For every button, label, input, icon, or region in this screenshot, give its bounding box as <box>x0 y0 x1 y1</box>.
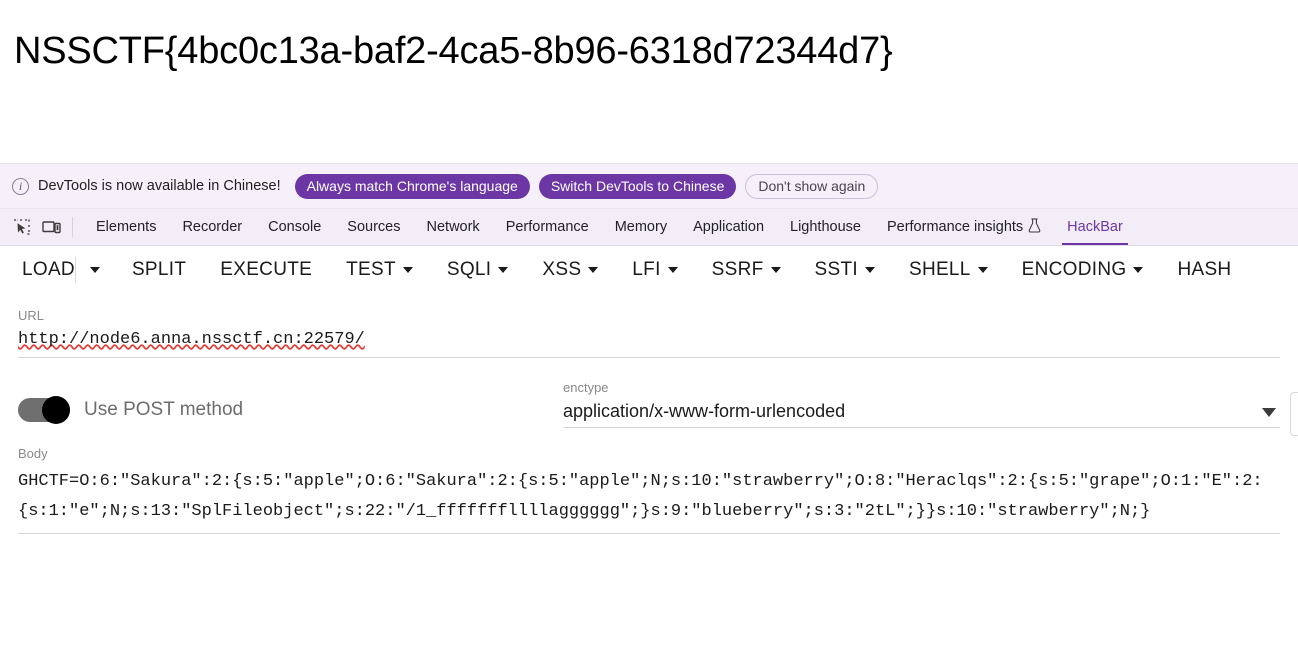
hackbar-item-label: HASH <box>1177 259 1232 280</box>
hackbar-toolbar: LOAD SPLIT EXECUTE TEST SQLI XSS LFI SSR… <box>0 246 1298 294</box>
enctype-select[interactable]: application/x-www-form-urlencoded <box>563 401 1280 429</box>
info-icon: i <box>12 177 29 195</box>
enctype-group: enctype application/x-www-form-urlencode… <box>563 380 1298 437</box>
chevron-down-icon <box>402 267 413 273</box>
hackbar-item-label: LOAD <box>22 259 75 280</box>
chevron-down-icon <box>1262 408 1276 418</box>
tab-elements[interactable]: Elements <box>83 209 169 245</box>
post-and-enctype-row: Use POST method enctype application/x-ww… <box>18 380 1298 437</box>
tab-performance[interactable]: Performance <box>493 209 602 245</box>
flask-glyph <box>1028 217 1041 233</box>
hackbar-item-label: SSTI <box>814 259 858 280</box>
hackbar-hash-menu[interactable]: HASH <box>1177 259 1231 281</box>
post-method-group: Use POST method <box>18 380 563 425</box>
chevron-down-icon <box>498 267 509 273</box>
enctype-value: application/x-www-form-urlencoded <box>563 401 846 422</box>
hackbar-item-label: XSS <box>542 259 582 280</box>
tab-recorder[interactable]: Recorder <box>169 209 255 245</box>
hackbar-form: URL http://node6.anna.nssctf.cn:22579/ U… <box>0 294 1298 535</box>
hackbar-xss-menu[interactable]: XSS <box>542 259 599 281</box>
hackbar-lfi-menu[interactable]: LFI <box>632 259 678 281</box>
tab-sources[interactable]: Sources <box>334 209 413 245</box>
tab-label: Application <box>693 219 765 235</box>
enctype-label: enctype <box>563 380 609 396</box>
url-input[interactable]: http://node6.anna.nssctf.cn:22579/ <box>18 329 1280 359</box>
flask-icon <box>1028 217 1041 237</box>
tab-hackbar[interactable]: HackBar <box>1054 209 1136 245</box>
body-input[interactable]: GHCTF=O:6:"Sakura":2:{s:5:"apple";O:6:"S… <box>18 467 1280 535</box>
hackbar-item-label: ENCODING <box>1021 259 1127 280</box>
hackbar-item-label: SQLI <box>446 259 492 280</box>
flag-text: NSSCTF{4bc0c13a-baf2-4ca5-8b96-6318d7234… <box>14 30 893 72</box>
hackbar-item-label: TEST <box>346 259 396 280</box>
tab-label: Network <box>426 219 480 235</box>
tab-label: Sources <box>347 219 401 235</box>
hackbar-execute-button[interactable]: EXECUTE <box>220 259 312 281</box>
tab-label: Elements <box>96 219 157 235</box>
chevron-down-icon <box>1133 267 1144 273</box>
language-notice-bar: i DevTools is now available in Chinese! … <box>0 164 1298 209</box>
panel-edge-handle[interactable] <box>1290 392 1298 437</box>
chevron-down-icon <box>667 267 678 273</box>
hackbar-split-button[interactable]: SPLIT <box>132 259 186 281</box>
devtools-panel: i DevTools is now available in Chinese! … <box>0 163 1298 655</box>
url-field-group: URL http://node6.anna.nssctf.cn:22579/ <box>18 308 1280 359</box>
chevron-down-icon <box>977 267 988 273</box>
notice-message: DevTools is now available in Chinese! <box>38 178 281 194</box>
tab-label: Performance insights <box>886 219 1024 235</box>
hackbar-item-label: SHELL <box>908 259 971 280</box>
hackbar-load-button[interactable]: LOAD <box>22 259 75 281</box>
chevron-down-icon <box>588 267 599 273</box>
chevron-down-icon <box>89 267 100 273</box>
device-toolbar-icon[interactable] <box>36 209 66 245</box>
chevron-down-icon <box>864 267 875 273</box>
tab-label: Console <box>268 219 322 235</box>
tab-label: Performance <box>505 219 589 235</box>
use-post-method-toggle[interactable] <box>18 396 70 425</box>
hackbar-sqli-menu[interactable]: SQLI <box>447 259 509 281</box>
always-match-language-button[interactable]: Always match Chrome's language <box>294 173 530 199</box>
hackbar-ssrf-menu[interactable]: SSRF <box>712 259 781 281</box>
tab-console[interactable]: Console <box>255 209 334 245</box>
inspect-element-icon[interactable] <box>6 209 36 245</box>
tab-memory[interactable]: Memory <box>602 209 680 245</box>
tab-label: Memory <box>614 219 668 235</box>
tab-performance-insights[interactable]: Performance insights <box>874 209 1054 245</box>
device-toolbar-glyph <box>41 220 61 233</box>
hackbar-item-label: SPLIT <box>131 259 187 280</box>
hackbar-test-menu[interactable]: TEST <box>346 259 413 281</box>
body-field-group: Body GHCTF=O:6:"Sakura":2:{s:5:"apple";O… <box>18 446 1280 535</box>
hackbar-load-dropdown[interactable] <box>74 257 114 283</box>
use-post-method-label: Use POST method <box>84 399 244 421</box>
tab-lighthouse[interactable]: Lighthouse <box>777 209 874 245</box>
hackbar-ssti-menu[interactable]: SSTI <box>815 259 875 281</box>
tab-label: Recorder <box>182 219 243 235</box>
dont-show-again-button[interactable]: Don't show again <box>745 173 879 199</box>
devtools-tabstrip: Elements Recorder Console Sources Networ… <box>0 209 1298 246</box>
body-label: Body <box>18 446 48 462</box>
hackbar-shell-menu[interactable]: SHELL <box>909 259 988 281</box>
tab-label: Lighthouse <box>790 219 861 235</box>
hackbar-item-label: EXECUTE <box>220 259 313 280</box>
chevron-down-icon <box>770 267 781 273</box>
hackbar-item-label: LFI <box>632 259 661 280</box>
url-label: URL <box>18 308 45 323</box>
inspect-element-glyph <box>13 218 30 235</box>
tab-network[interactable]: Network <box>414 209 493 245</box>
tab-application[interactable]: Application <box>680 209 777 245</box>
hackbar-item-label: SSRF <box>711 259 764 280</box>
hackbar-encoding-menu[interactable]: ENCODING <box>1022 259 1144 281</box>
tab-label: HackBar <box>1067 219 1123 235</box>
toggle-knob <box>42 396 70 425</box>
tabstrip-divider <box>72 217 73 237</box>
switch-to-chinese-button[interactable]: Switch DevTools to Chinese <box>538 173 737 199</box>
page-content-area: NSSCTF{4bc0c13a-baf2-4ca5-8b96-6318d7234… <box>0 0 1298 163</box>
